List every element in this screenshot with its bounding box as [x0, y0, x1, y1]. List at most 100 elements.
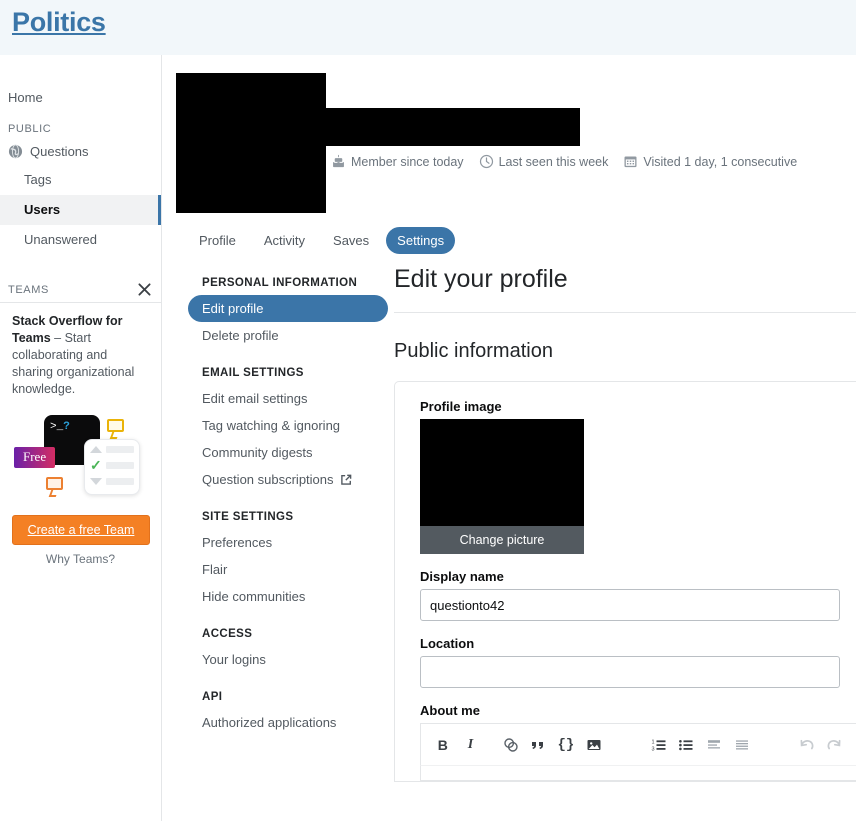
terminal-prompt-text: >_	[50, 421, 64, 433]
profile-image-preview	[420, 419, 584, 543]
settings-link-edit-profile[interactable]: Edit profile	[188, 295, 388, 322]
markdown-editor-toolbar: B I {} 1 3	[420, 723, 856, 765]
settings-link-delete-profile[interactable]: Delete profile	[188, 322, 388, 349]
globe-icon	[8, 144, 23, 159]
image-icon[interactable]	[580, 731, 608, 759]
cake-icon	[331, 154, 346, 169]
check-icon: ✓	[90, 457, 102, 473]
stat-last-seen-text: Last seen this week	[498, 154, 609, 169]
settings-group-access: ACCESS	[202, 628, 253, 640]
tab-settings[interactable]: Settings	[386, 227, 456, 254]
sidebar-item-questions-label: Questions	[30, 144, 89, 159]
numbered-list-icon[interactable]: 13	[645, 731, 673, 759]
stat-member-since: Member since today	[331, 154, 464, 169]
vote-card-graphic: ✓	[84, 439, 140, 495]
settings-link-question-subscriptions-label: Question subscriptions	[202, 472, 334, 487]
about-me-field-group: About me B I {} 1 3	[420, 703, 856, 781]
stat-visited: Visited 1 day, 1 consecutive	[623, 154, 797, 169]
settings-group-personal-information: PERSONAL INFORMATION	[202, 277, 358, 289]
display-name-label: Display name	[420, 569, 504, 584]
calendar-icon	[623, 154, 638, 169]
settings-link-hide-communities[interactable]: Hide communities	[188, 583, 388, 610]
create-free-team-button[interactable]: Create a free Team	[12, 515, 150, 545]
downvote-arrow-icon	[90, 478, 102, 485]
about-me-label: About me	[420, 703, 480, 718]
blockquote-icon[interactable]	[524, 731, 552, 759]
settings-link-authorized-applications[interactable]: Authorized applications	[188, 709, 388, 736]
display-name-field-group: Display name	[420, 569, 856, 621]
placeholder-bar	[105, 462, 134, 469]
settings-link-community-digests[interactable]: Community digests	[188, 439, 388, 466]
stat-visited-text: Visited 1 day, 1 consecutive	[643, 154, 798, 169]
code-icon[interactable]: {}	[552, 731, 580, 759]
stat-member-since-text: Member since today	[351, 154, 464, 169]
sidebar-section-public: PUBLIC	[8, 123, 52, 135]
free-badge: Free	[14, 447, 56, 468]
username-heading	[326, 108, 580, 146]
sidebar-item-tags[interactable]: Tags	[0, 165, 161, 195]
location-label: Location	[420, 636, 475, 651]
bold-icon[interactable]: B	[429, 731, 457, 759]
teams-promo-illustration: >_? ✓ Free	[12, 407, 149, 509]
settings-group-api: API	[202, 691, 223, 703]
teams-section-title: TEAMS	[8, 283, 49, 296]
orange-speech-bubble-icon	[46, 477, 63, 490]
location-field-group: Location	[420, 636, 856, 688]
svg-text:3: 3	[651, 746, 654, 752]
placeholder-bar	[106, 478, 134, 485]
settings-link-edit-email-settings[interactable]: Edit email settings	[188, 385, 388, 412]
terminal-question-text: ?	[63, 421, 70, 433]
settings-link-your-logins[interactable]: Your logins	[188, 646, 388, 673]
external-link-icon	[340, 474, 352, 486]
clock-icon	[479, 154, 494, 169]
divider	[394, 312, 856, 313]
sidebar-item-home[interactable]: Home	[0, 83, 161, 113]
svg-text:1: 1	[651, 739, 654, 745]
settings-link-tag-watching[interactable]: Tag watching & ignoring	[188, 412, 388, 439]
about-me-textarea[interactable]	[420, 765, 856, 781]
avatar[interactable]	[176, 73, 326, 213]
profile-image-label: Profile image	[420, 399, 502, 414]
main-content-area: Member since today Last seen this week V…	[163, 55, 856, 821]
settings-group-site-settings: SITE SETTINGS	[202, 511, 294, 523]
settings-link-preferences[interactable]: Preferences	[188, 529, 388, 556]
tab-profile[interactable]: Profile	[188, 227, 247, 254]
site-title-politics[interactable]: Politics	[12, 7, 106, 38]
yellow-speech-bubble-icon	[107, 419, 124, 432]
settings-link-question-subscriptions[interactable]: Question subscriptions	[188, 466, 388, 493]
settings-group-email-settings: EMAIL SETTINGS	[202, 367, 304, 379]
why-teams-link[interactable]: Why Teams?	[12, 552, 149, 566]
left-navigation-sidebar: Home PUBLIC Questions Tags Users Unanswe…	[0, 55, 162, 821]
teams-promo-panel: Stack Overflow for Teams – Start collabo…	[0, 303, 161, 566]
heading-icon[interactable]	[700, 731, 728, 759]
italic-icon[interactable]: I	[457, 731, 485, 759]
user-stats-row: Member since today Last seen this week V…	[331, 154, 805, 169]
public-information-card: Profile image Change picture Display nam…	[394, 381, 856, 782]
tab-saves[interactable]: Saves	[322, 227, 380, 254]
page-title: Edit your profile	[394, 265, 568, 293]
settings-link-flair[interactable]: Flair	[188, 556, 388, 583]
change-picture-button[interactable]: Change picture	[420, 526, 584, 554]
section-title-public-information: Public information	[394, 340, 553, 362]
redo-icon[interactable]	[820, 731, 848, 759]
top-header-bar: Politics	[0, 0, 856, 55]
teams-panel-header: TEAMS	[0, 273, 161, 303]
location-input[interactable]	[420, 656, 840, 688]
horizontal-rule-icon[interactable]	[728, 731, 756, 759]
settings-navigation: PERSONAL INFORMATION Edit profile Delete…	[188, 277, 388, 736]
close-icon[interactable]	[138, 283, 151, 296]
undo-icon[interactable]	[793, 731, 821, 759]
sidebar-item-unanswered[interactable]: Unanswered	[0, 225, 161, 255]
profile-tabs: Profile Activity Saves Settings	[188, 227, 456, 254]
display-name-input[interactable]	[420, 589, 840, 621]
upvote-arrow-icon	[90, 446, 102, 453]
stat-last-seen: Last seen this week	[479, 154, 609, 169]
link-icon[interactable]	[497, 731, 525, 759]
tab-activity[interactable]: Activity	[253, 227, 316, 254]
settings-content-panel: Edit your profile Public information Pro…	[394, 265, 856, 782]
bulleted-list-icon[interactable]	[672, 731, 700, 759]
sidebar-item-questions[interactable]: Questions	[0, 138, 161, 165]
placeholder-bar	[106, 446, 134, 453]
sidebar-item-users[interactable]: Users	[0, 195, 161, 225]
teams-promo-text: Stack Overflow for Teams – Start collabo…	[12, 313, 149, 398]
